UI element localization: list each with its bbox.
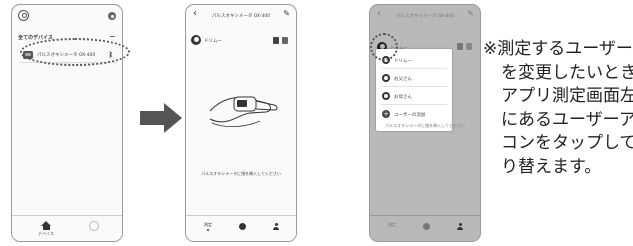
collapse-icon[interactable]	[110, 36, 115, 37]
note-line: り替えます。	[501, 156, 602, 177]
gear-icon[interactable]	[108, 12, 116, 20]
home-icon	[41, 221, 51, 230]
trash-icon[interactable]	[282, 37, 288, 44]
tab-person[interactable]	[256, 221, 296, 230]
instruction-note: ※測定するユーザー を変更したいとき アプリ測定画面左 にあるユーザーア コンを…	[483, 38, 633, 179]
popup-item-user-3[interactable]: お母さん	[381, 89, 447, 105]
note-line: ※測定するユーザー	[483, 39, 633, 59]
user-switch-icon[interactable]	[191, 35, 201, 45]
bottom-nav: デバイス	[12, 215, 122, 241]
plus-icon: +	[382, 110, 390, 118]
screen-title: パルスオキシメータ OX-400	[395, 14, 455, 19]
trash-icon[interactable]	[466, 43, 472, 50]
device-highlight-ellipse	[20, 38, 130, 66]
note-line: を変更したいとき	[501, 62, 633, 83]
user-icon	[382, 74, 390, 82]
info-icon	[238, 223, 246, 230]
person-icon	[457, 223, 463, 230]
popup-item-label: ユーザーの追加	[394, 113, 426, 118]
battery-icon	[273, 37, 279, 44]
user-icon-highlight-circle	[370, 33, 398, 61]
popup-item-add-user[interactable]: + ユーザーの追加	[381, 107, 447, 123]
user-icon[interactable]	[18, 10, 29, 21]
user-icon	[89, 221, 99, 231]
person-icon	[273, 223, 279, 230]
user-select-popup: ドリムー お父さん お母さん + ユーザーの追加	[376, 49, 452, 131]
nav-devices[interactable]: デバイス	[26, 221, 66, 237]
active-indicator	[207, 229, 209, 231]
measurement-tabs: 測定	[370, 215, 480, 241]
measurement-tabs: 測定	[186, 215, 296, 241]
note-line: にあるユーザーア	[501, 109, 633, 130]
user-icon	[382, 92, 390, 100]
arrow-right-icon	[140, 103, 182, 133]
measurement-screen: ‹ パルスオキシメータ OX-400 ✎ ドリムー パルスオキシメータに指を挿入…	[185, 4, 297, 242]
insert-finger-instruction: パルスオキシメータに指を挿入してください	[201, 171, 281, 176]
popup-item-user-2[interactable]: お父さん	[381, 71, 447, 87]
finger-insert-illustration	[209, 96, 278, 127]
note-line: コンをタップして切	[501, 133, 633, 153]
insert-finger-instruction: パルスオキシメータに指を挿入してください	[385, 123, 465, 128]
nav-user[interactable]	[74, 221, 114, 233]
popup-item-label: お母さん	[394, 95, 412, 100]
popup-item-label: お父さん	[394, 77, 412, 82]
tab-person[interactable]	[440, 221, 480, 230]
edit-icon[interactable]: ✎	[467, 9, 474, 18]
battery-icon	[457, 43, 463, 50]
note-line: アプリ測定画面左	[501, 86, 633, 106]
popup-item-label: ドリムー	[394, 59, 412, 64]
info-icon	[422, 223, 430, 230]
edit-icon[interactable]: ✎	[283, 9, 290, 18]
screen-title: パルスオキシメータ OX-400	[211, 14, 271, 19]
nav-devices-label: デバイス	[38, 231, 54, 236]
current-user-name: ドリムー	[204, 39, 222, 44]
